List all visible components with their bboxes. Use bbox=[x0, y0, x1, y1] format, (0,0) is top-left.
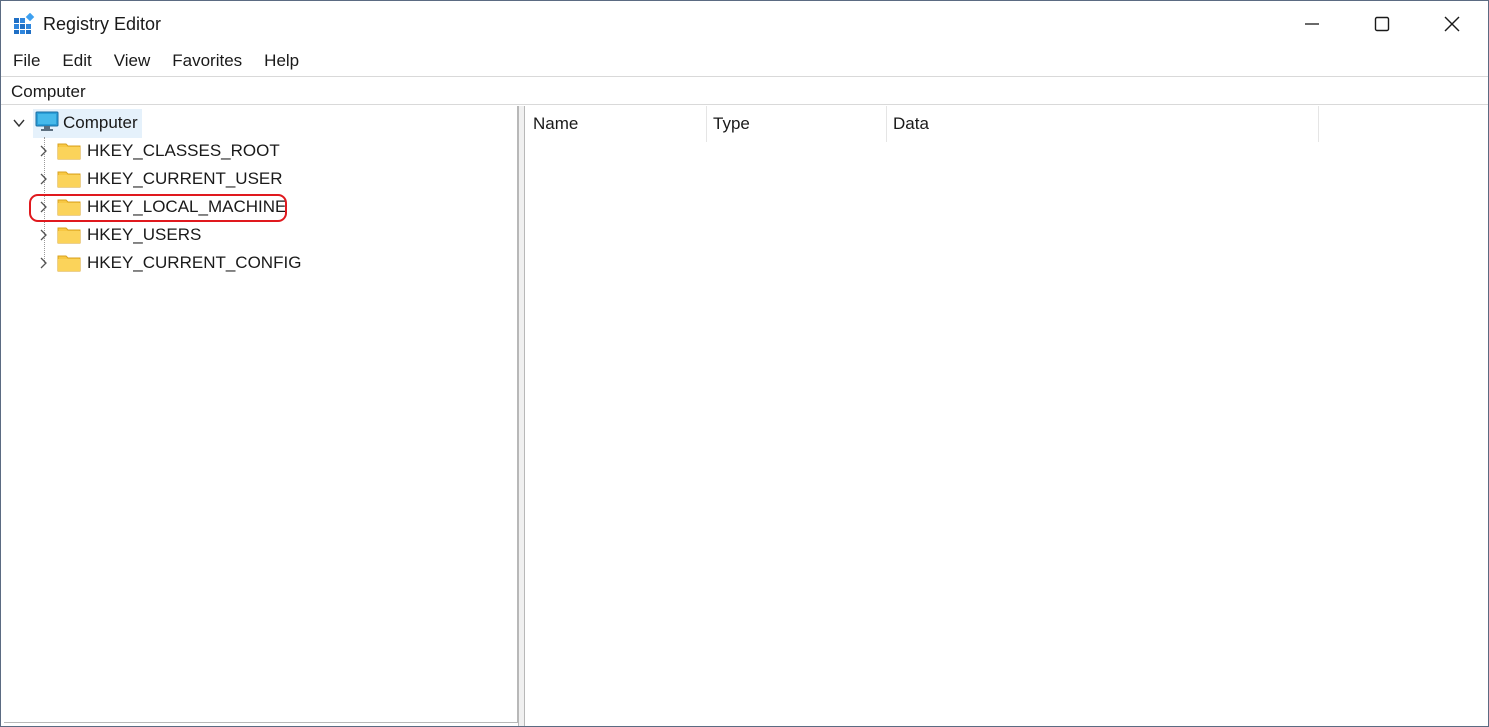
monitor-icon bbox=[35, 110, 59, 137]
folder-icon bbox=[57, 198, 81, 216]
folder-icon bbox=[57, 254, 81, 272]
column-header-name[interactable]: Name bbox=[525, 106, 707, 142]
close-icon bbox=[1444, 16, 1460, 32]
title-bar[interactable]: Registry Editor bbox=[1, 1, 1488, 47]
folder-icon bbox=[57, 226, 81, 244]
menu-help[interactable]: Help bbox=[253, 49, 310, 73]
menu-edit[interactable]: Edit bbox=[51, 49, 102, 73]
tree-node-hkey-users[interactable]: HKEY_USERS bbox=[35, 221, 201, 249]
menu-file[interactable]: File bbox=[1, 49, 51, 73]
column-header-data[interactable]: Data bbox=[887, 106, 1319, 142]
values-list-pane[interactable]: Name Type Data bbox=[525, 106, 1485, 726]
tree-label: HKEY_LOCAL_MACHINE bbox=[87, 197, 287, 216]
chevron-down-icon[interactable] bbox=[11, 115, 27, 131]
address-path[interactable]: Computer bbox=[11, 82, 86, 102]
tree-node-computer[interactable]: Computer bbox=[11, 108, 142, 138]
tree-label: HKEY_CURRENT_USER bbox=[87, 169, 283, 188]
tree-label: HKEY_CURRENT_CONFIG bbox=[87, 253, 302, 272]
menu-bar: File Edit View Favorites Help bbox=[1, 47, 1488, 75]
close-button[interactable] bbox=[1417, 1, 1487, 47]
selected-node-highlight: Computer bbox=[33, 108, 142, 138]
chevron-right-icon[interactable] bbox=[35, 227, 51, 243]
maximize-button[interactable] bbox=[1347, 1, 1417, 47]
maximize-icon bbox=[1374, 16, 1390, 32]
chevron-right-icon[interactable] bbox=[35, 255, 51, 271]
chevron-right-icon[interactable] bbox=[35, 171, 51, 187]
menu-view[interactable]: View bbox=[103, 49, 162, 73]
minimize-button[interactable] bbox=[1277, 1, 1347, 47]
folder-icon bbox=[57, 142, 81, 160]
registry-editor-icon bbox=[13, 12, 35, 35]
minimize-icon bbox=[1304, 16, 1320, 32]
chevron-right-icon[interactable] bbox=[35, 199, 51, 215]
tree-node-hkey-current-config[interactable]: HKEY_CURRENT_CONFIG bbox=[35, 249, 301, 277]
tree-node-hkey-classes-root[interactable]: HKEY_CLASSES_ROOT bbox=[35, 137, 280, 165]
chevron-right-icon[interactable] bbox=[35, 143, 51, 159]
folder-icon bbox=[57, 170, 81, 188]
tree-node-hkey-local-machine[interactable]: HKEY_LOCAL_MACHINE bbox=[35, 193, 286, 221]
tree-label: HKEY_CLASSES_ROOT bbox=[87, 141, 280, 160]
address-bar[interactable]: Computer bbox=[1, 76, 1488, 105]
tree-label: HKEY_USERS bbox=[87, 225, 202, 244]
registry-editor-window: Registry Editor File Edit View Favorites… bbox=[0, 0, 1489, 727]
pane-splitter[interactable] bbox=[518, 106, 525, 726]
menu-favorites[interactable]: Favorites bbox=[161, 49, 253, 73]
tree-label-computer: Computer bbox=[63, 113, 138, 132]
column-header-type[interactable]: Type bbox=[707, 106, 887, 142]
window-title: Registry Editor bbox=[43, 14, 162, 34]
tree-node-hkey-current-user[interactable]: HKEY_CURRENT_USER bbox=[35, 165, 283, 193]
